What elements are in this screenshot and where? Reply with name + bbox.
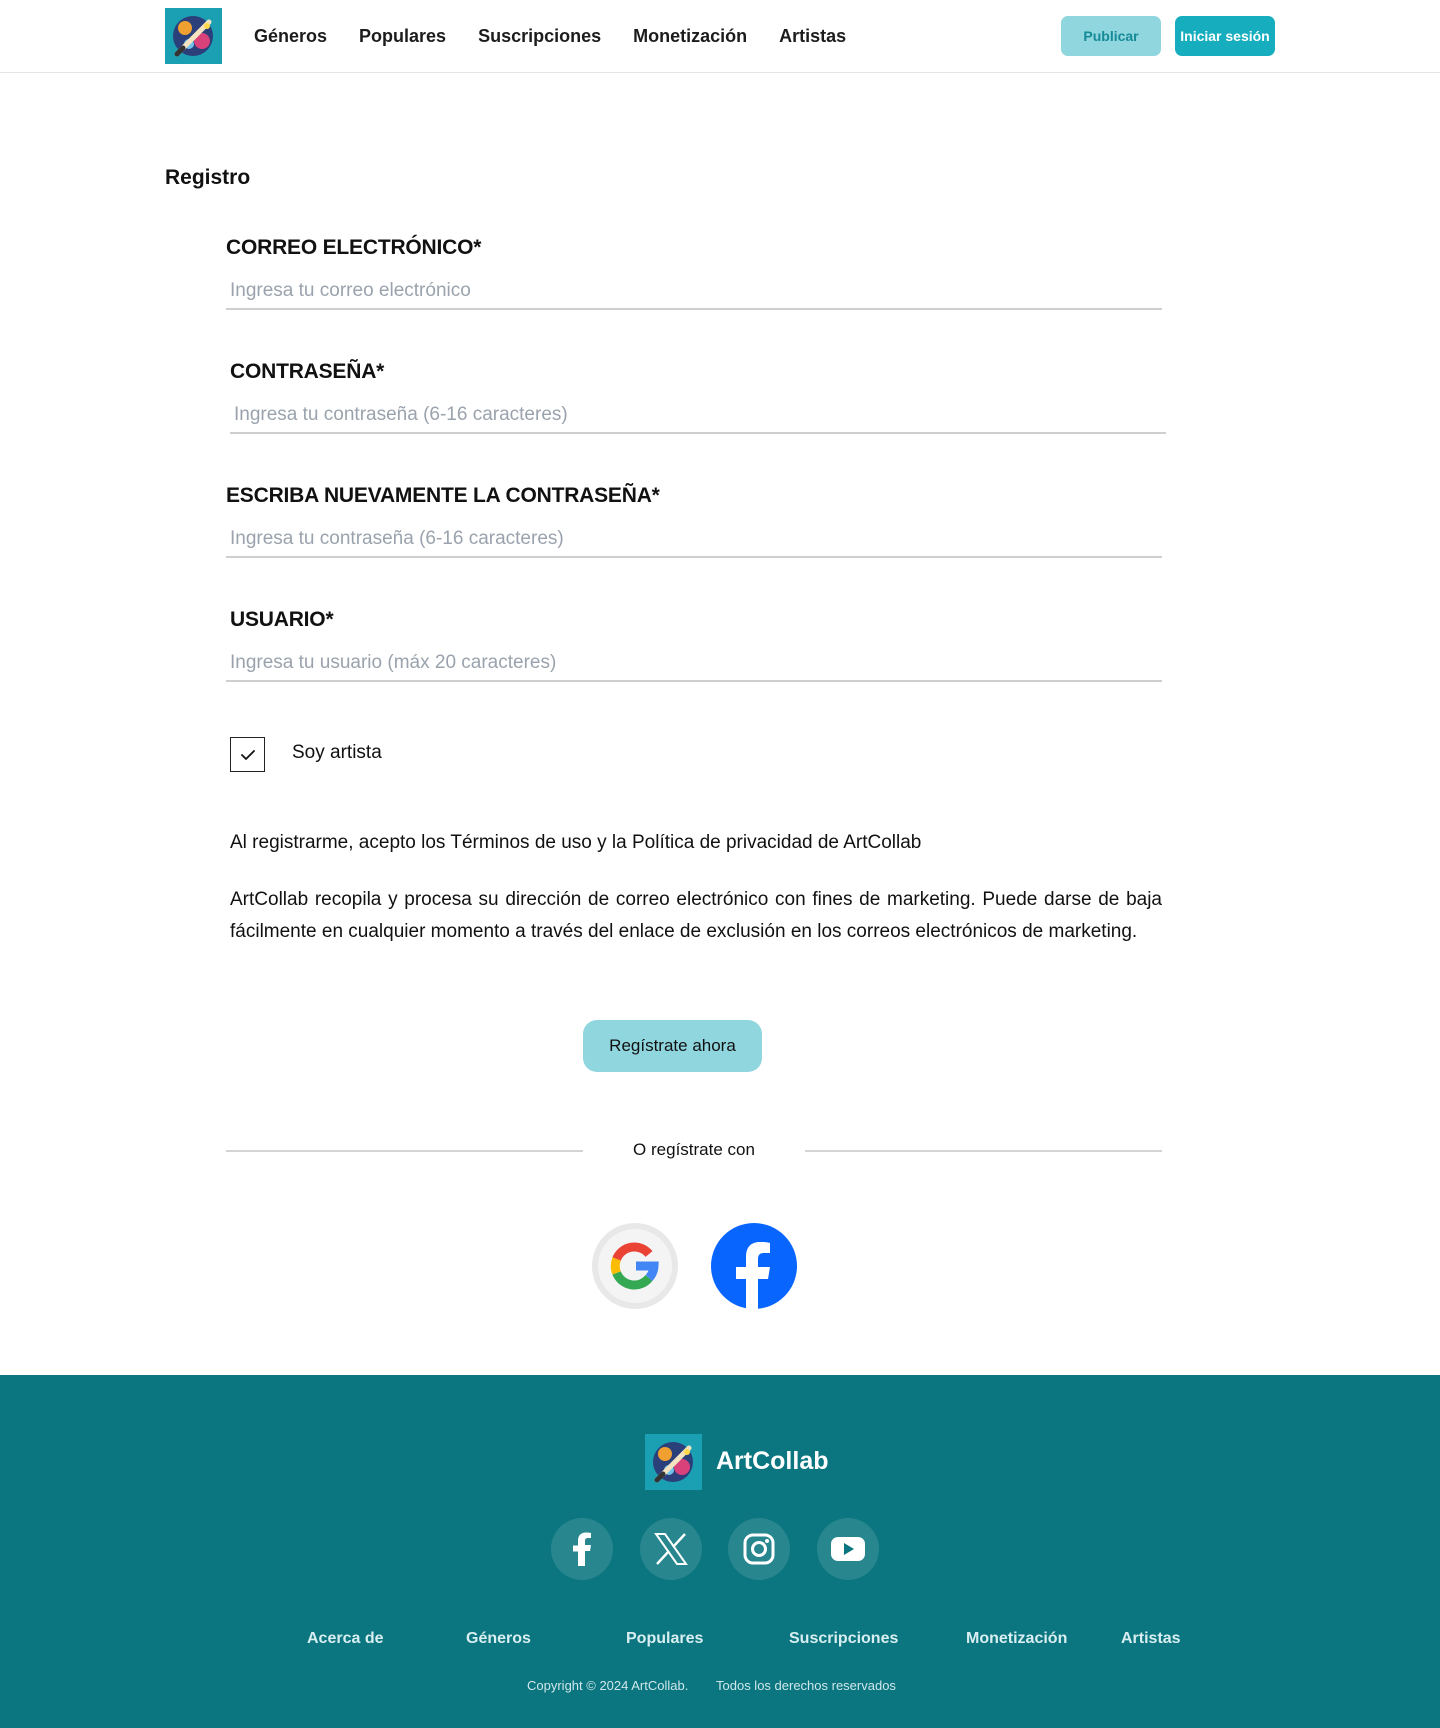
google-icon xyxy=(592,1223,678,1309)
nav-artistas[interactable]: Artistas xyxy=(779,26,846,47)
nav-populares[interactable]: Populares xyxy=(359,26,446,47)
x-icon xyxy=(654,1533,688,1565)
publish-button[interactable]: Publicar xyxy=(1061,16,1161,56)
footer-youtube-link[interactable] xyxy=(817,1518,879,1580)
youtube-icon xyxy=(831,1537,865,1561)
footer-logo[interactable] xyxy=(645,1434,702,1490)
footer-facebook-link[interactable] xyxy=(551,1518,613,1580)
password-label: CONTRASEÑA* xyxy=(230,360,385,383)
artcollab-logo[interactable] xyxy=(165,8,222,64)
site-footer: ArtCollab Acerca de Géneros Populares Su… xyxy=(0,1375,1440,1728)
instagram-icon xyxy=(743,1533,775,1565)
marketing-notice: ArtCollab recopila y procesa su direcció… xyxy=(230,889,1162,942)
divider-left xyxy=(226,1150,583,1152)
logo-illustration xyxy=(165,8,222,64)
nav-suscripciones[interactable]: Suscripciones xyxy=(478,26,601,47)
facebook-icon xyxy=(711,1223,797,1309)
facebook-icon xyxy=(573,1532,591,1566)
username-field[interactable] xyxy=(226,646,1162,682)
register-button[interactable]: Regístrate ahora xyxy=(583,1020,762,1072)
artist-checkbox[interactable] xyxy=(230,737,265,772)
copyright-text: Copyright © 2024 ArtCollab. xyxy=(527,1678,689,1693)
terms-text: Al registrarme, acepto los Términos de u… xyxy=(230,832,922,853)
confirm-password-field[interactable] xyxy=(226,522,1162,558)
footer-x-link[interactable] xyxy=(640,1518,702,1580)
site-header: Géneros Populares Suscripciones Monetiza… xyxy=(0,0,1440,73)
email-label: CORREO ELECTRÓNICO* xyxy=(226,236,482,259)
google-login-button[interactable] xyxy=(591,1221,679,1311)
nav-generos[interactable]: Géneros xyxy=(254,26,327,47)
logo-illustration xyxy=(645,1434,702,1490)
footer-link-generos[interactable]: Géneros xyxy=(466,1630,531,1648)
nav-monetizacion[interactable]: Monetización xyxy=(633,26,747,47)
password-field[interactable] xyxy=(230,398,1166,434)
divider-text: O regístrate con xyxy=(633,1140,755,1159)
artist-checkbox-label: Soy artista xyxy=(292,742,382,763)
username-label: USUARIO* xyxy=(230,608,334,631)
facebook-login-button[interactable] xyxy=(710,1221,798,1311)
email-field[interactable] xyxy=(226,274,1162,310)
footer-link-about[interactable]: Acerca de xyxy=(307,1630,384,1648)
footer-link-monetizacion[interactable]: Monetización xyxy=(966,1630,1067,1648)
page-title: Registro xyxy=(165,166,251,189)
footer-brand-name: ArtCollab xyxy=(716,1447,829,1475)
footer-link-artistas[interactable]: Artistas xyxy=(1121,1630,1181,1648)
confirm-password-label: ESCRIBA NUEVAMENTE LA CONTRASEÑA* xyxy=(226,484,660,507)
footer-instagram-link[interactable] xyxy=(728,1518,790,1580)
check-icon xyxy=(240,749,255,760)
main-nav: Géneros Populares Suscripciones Monetiza… xyxy=(254,0,846,72)
footer-link-populares[interactable]: Populares xyxy=(626,1630,703,1648)
rights-text: Todos los derechos reservados xyxy=(716,1678,896,1693)
footer-link-suscripciones[interactable]: Suscripciones xyxy=(789,1630,898,1648)
divider-right xyxy=(805,1150,1162,1152)
login-button[interactable]: Iniciar sesión xyxy=(1175,16,1275,56)
